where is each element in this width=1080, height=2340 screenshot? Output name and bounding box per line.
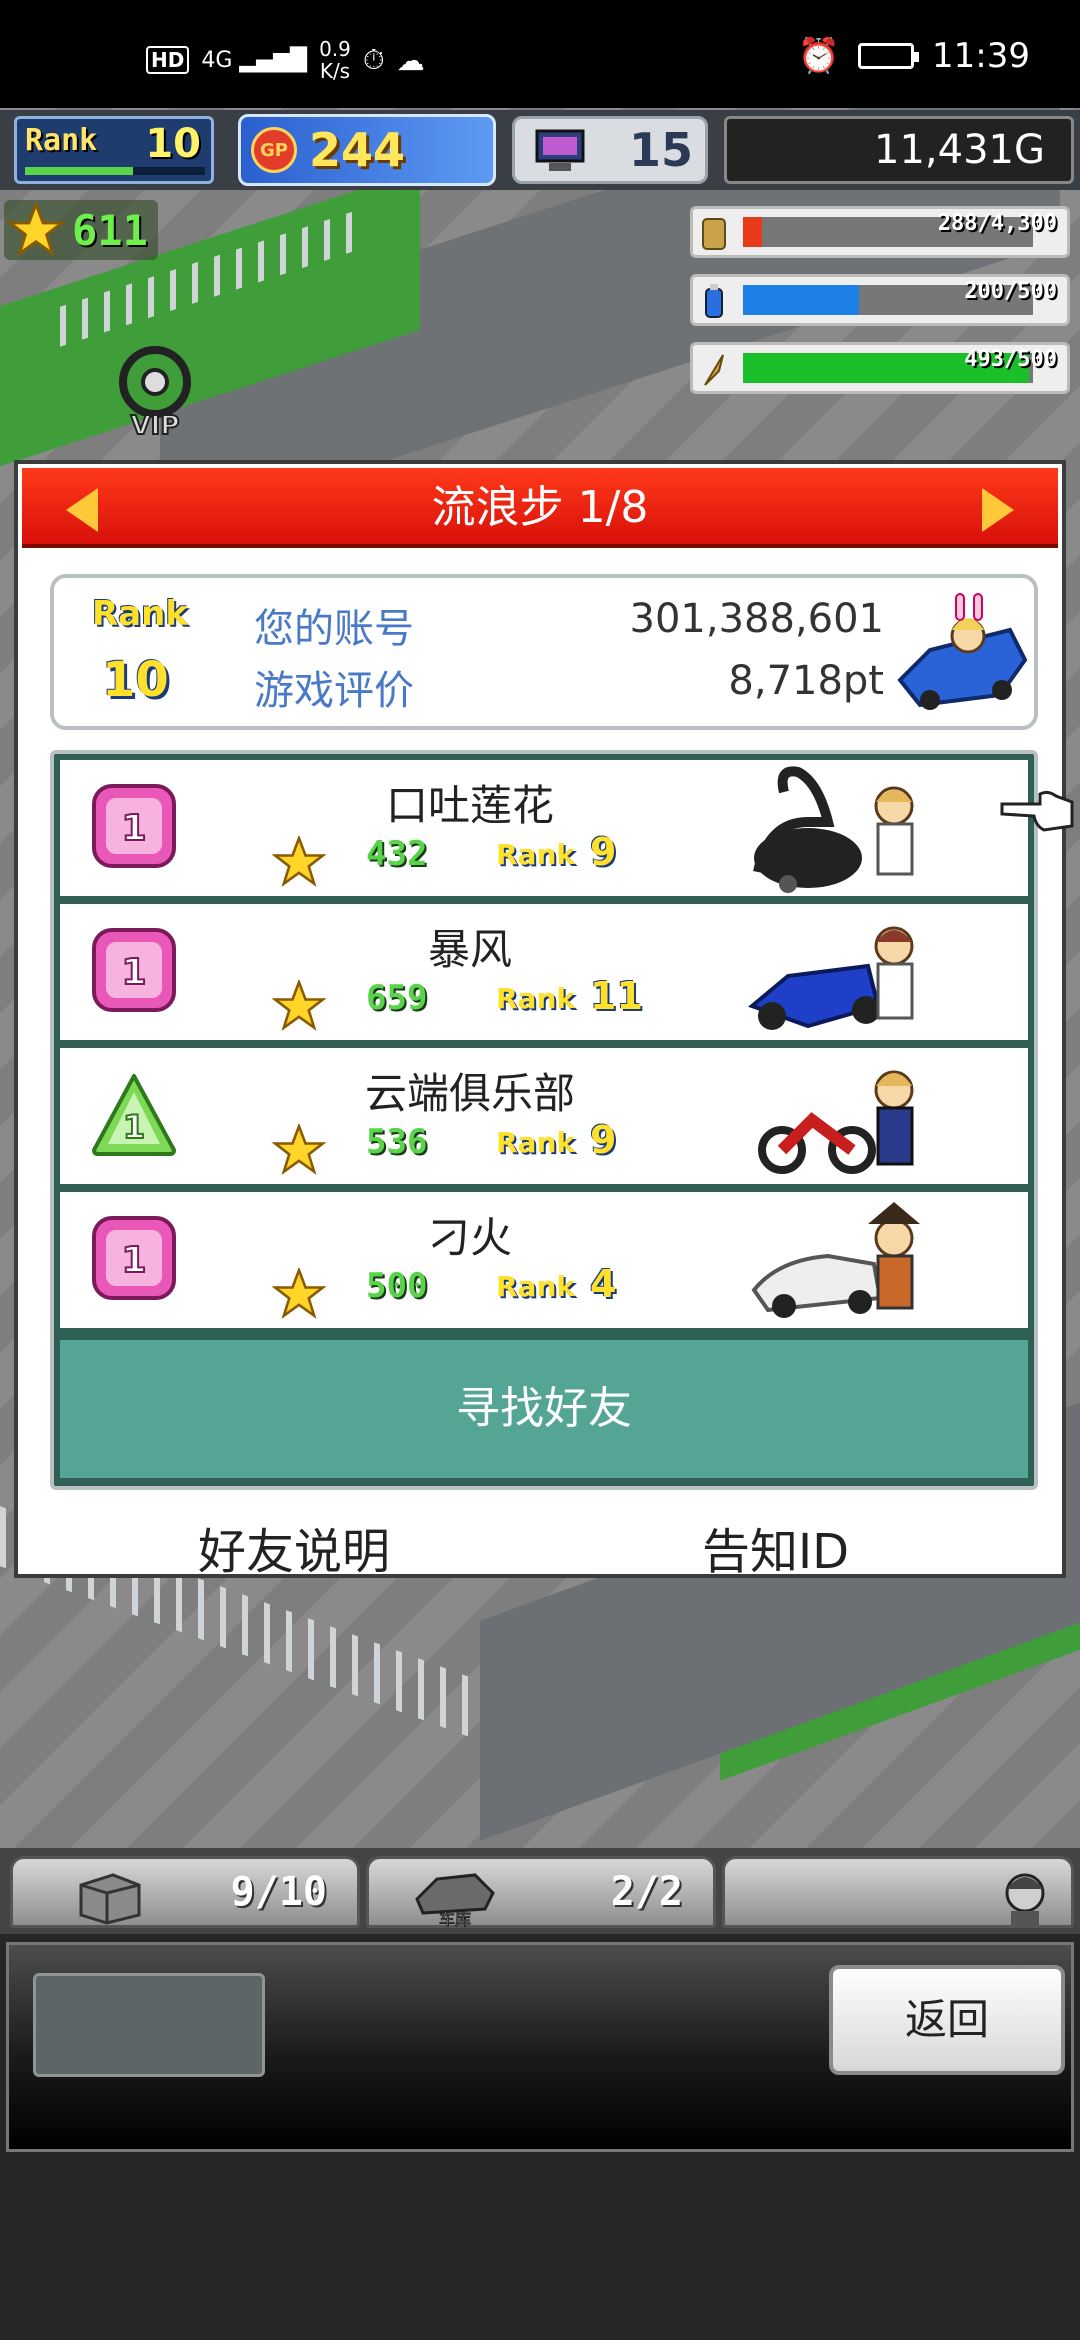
inventory-count: 9/10 <box>230 1869 327 1915</box>
account-rank-label: Rank <box>92 594 188 634</box>
player-car-avatar <box>897 593 1028 710</box>
friend-name: 云端俱乐部 <box>364 1069 575 1118</box>
top-hud: Rank 10 GP 244 15 11,431G <box>0 110 1080 190</box>
friend-rank: 4 <box>590 1262 617 1306</box>
battery-icon <box>858 43 920 69</box>
svg-text:车库: 车库 <box>439 1910 471 1927</box>
star-icon <box>271 1268 327 1319</box>
pointing-hand-icon <box>1000 790 1074 832</box>
friend-level-badge-icon: 1 <box>92 928 176 1012</box>
rating-value: 8,718pt <box>728 658 884 704</box>
friend-stars: 659 <box>366 978 428 1018</box>
star-icon <box>271 980 327 1031</box>
coin-stack-icon <box>702 218 726 250</box>
friend-level-badge-icon: 1 <box>92 1074 176 1156</box>
friend-rank-label: Rank <box>496 1270 576 1303</box>
friend-level-badge-icon: 1 <box>92 1216 176 1300</box>
notify-id-link[interactable]: 告知ID <box>702 1512 849 1582</box>
cloud-icon: ☁ <box>396 43 425 77</box>
friend-rank: 9 <box>590 1118 617 1162</box>
pc-counter[interactable]: 15 <box>512 116 708 184</box>
friend-rank: 9 <box>590 830 617 874</box>
star-icon <box>271 1124 327 1175</box>
account-rank-value: 10 <box>102 652 169 708</box>
friend-level-badge-icon: 1 <box>92 784 176 868</box>
bottle-icon <box>705 284 723 318</box>
dialog-header: 流浪步 1/8 <box>22 468 1058 548</box>
friend-stars: 536 <box>366 1122 428 1162</box>
back-button[interactable]: 返回 <box>829 1965 1065 2075</box>
vip-icon[interactable]: VIP <box>100 340 210 440</box>
bottom-tabs: 9/10 车库 2/2 团队 <box>0 1848 1080 1934</box>
account-id-value: 301,388,601 <box>629 596 884 642</box>
player-rank[interactable]: Rank 10 <box>14 116 214 184</box>
garage-car-icon: 车库 <box>415 1873 495 1927</box>
crate-icon <box>79 1873 141 1925</box>
friend-rank-label: Rank <box>496 1126 576 1159</box>
friends-dialog: 流浪步 1/8 Rank 10 您的账号 301,388,601 游戏评价 8,… <box>14 460 1066 1580</box>
find-friends-button[interactable]: 寻找好友 <box>60 1340 1028 1478</box>
svg-text:VIP: VIP <box>131 411 180 440</box>
friend-row[interactable]: 1 暴风 659 Rank 11 <box>60 904 1028 1040</box>
friend-stars: 432 <box>366 834 428 874</box>
friend-name: 暴风 <box>427 925 512 974</box>
friend-row[interactable]: 1 口吐莲花 432 Rank 9 <box>60 760 1028 896</box>
svg-text:1: 1 <box>121 952 146 993</box>
friend-vehicle-avatar <box>751 1202 920 1318</box>
friend-stars: 500 <box>366 1266 428 1306</box>
account-info-card: Rank 10 您的账号 301,388,601 游戏评价 8,718pt <box>50 574 1038 730</box>
staff-face-icon <box>1005 1873 1045 1925</box>
friend-vehicle-avatar <box>753 766 914 893</box>
dialog-title: 流浪步 1/8 <box>431 482 649 533</box>
empty-action-slot[interactable] <box>33 1973 265 2077</box>
status-bar: HD 4G ▂▄▆█ 0.9 K/s ⏱ ☁ ⏰ 11:39 <box>0 0 1080 108</box>
tab-team[interactable]: 团队 <box>722 1856 1074 1928</box>
hd-indicator: HD <box>146 46 190 74</box>
money-display: 11,431G <box>724 116 1074 184</box>
friend-vehicle-avatar <box>748 926 914 1030</box>
money-resource-gauge[interactable]: 288/4,300 <box>690 206 1070 258</box>
computer-icon <box>535 129 585 171</box>
star-icon <box>271 836 327 887</box>
alarm-clock-icon: ⏰ <box>797 36 841 76</box>
alarm-icon: ⏱ <box>362 43 385 76</box>
friend-list: 1 口吐莲花 432 Rank 9 1 暴风 659 Rank 11 1 云端俱… <box>50 750 1038 1490</box>
next-page-arrow-icon[interactable] <box>982 488 1014 532</box>
tab-garage[interactable]: 车库 2/2 <box>366 1856 716 1928</box>
feather-icon <box>704 354 724 386</box>
clock: 11:39 <box>932 36 1030 76</box>
gp-counter[interactable]: GP 244 <box>238 114 496 186</box>
signal-icon: 4G ▂▄▆█ <box>201 47 308 73</box>
network-speed: 0.9 K/s <box>319 37 351 83</box>
fuel-resource-gauge[interactable]: 200/500 <box>690 274 1070 326</box>
friend-rank-label: Rank <box>496 838 576 871</box>
rank-progress-bar <box>25 167 205 175</box>
svg-text:1: 1 <box>121 1240 146 1281</box>
svg-text:1: 1 <box>121 808 146 849</box>
star-icon <box>6 202 66 257</box>
friend-row[interactable]: 1 云端俱乐部 536 Rank 9 <box>60 1048 1028 1184</box>
bottom-bar: 9/10 车库 2/2 团队 返回 <box>0 1848 1080 2340</box>
friend-name: 刁火 <box>427 1213 512 1262</box>
research-resource-gauge[interactable]: 493/500 <box>690 342 1070 394</box>
rating-label: 游戏评价 <box>254 668 414 714</box>
friend-rank: 11 <box>590 974 643 1018</box>
tab-inventory[interactable]: 9/10 <box>10 1856 360 1928</box>
friend-row[interactable]: 1 刁火 500 Rank 4 <box>60 1192 1028 1328</box>
star-counter: 611 <box>4 200 158 260</box>
garage-count: 2/2 <box>610 1869 683 1915</box>
friend-help-link[interactable]: 好友说明 <box>198 1512 390 1582</box>
gp-coin-icon: GP <box>251 127 297 173</box>
svg-text:1: 1 <box>123 1108 145 1146</box>
bottom-panel: 返回 <box>6 1942 1074 2152</box>
game-screen: HD 4G ▂▄▆█ 0.9 K/s ⏱ ☁ ⏰ 11:39 Rank 10 GP… <box>0 0 1080 2340</box>
account-id-label: 您的账号 <box>254 606 414 652</box>
friend-name: 口吐莲花 <box>385 781 554 830</box>
friend-rank-label: Rank <box>496 982 576 1015</box>
friend-vehicle-avatar <box>758 1070 914 1174</box>
